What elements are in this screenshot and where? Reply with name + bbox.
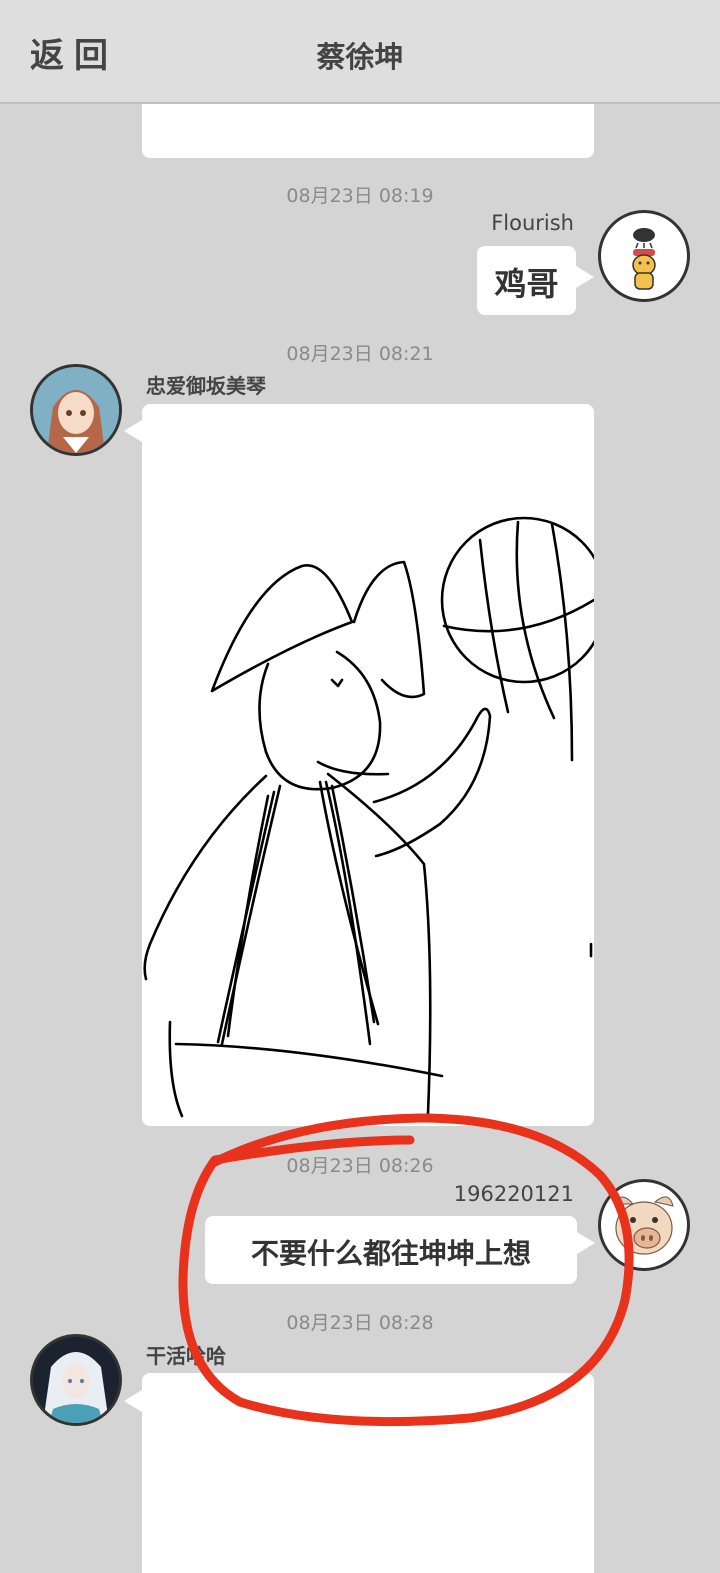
pig-avatar-icon — [614, 1196, 674, 1255]
message-text: 鸡哥 — [494, 265, 559, 303]
timestamp: 08月23日 08:19 — [286, 185, 434, 207]
bubble-tail — [124, 1390, 142, 1412]
message-bubble[interactable]: 不要什么都往坤坤上想 — [205, 1216, 577, 1284]
dog-avatar-icon — [632, 228, 656, 290]
message-text: 不要什么都往坤坤上想 — [250, 1237, 531, 1270]
image-message[interactable] — [142, 404, 594, 1126]
image-message[interactable] — [142, 1373, 594, 1573]
sender-name: 干活哈哈 — [146, 1344, 226, 1368]
timestamp: 08月23日 08:28 — [286, 1312, 434, 1334]
avatar[interactable] — [30, 364, 122, 456]
avatar[interactable] — [598, 1179, 690, 1271]
avatar[interactable] — [30, 1334, 122, 1426]
top-bar: 返回 蔡徐坤 — [0, 0, 720, 104]
sender-name: 196220121 — [453, 1182, 574, 1206]
sender-name: Flourish — [491, 211, 574, 235]
bubble-tail — [576, 266, 594, 288]
anime-warrior-avatar-icon — [33, 1337, 119, 1423]
anime-girl-avatar-icon — [33, 367, 119, 453]
bubble-tail — [124, 420, 142, 442]
sender-name: 忠爱御坂美琴 — [146, 374, 266, 398]
bunny-basketball-drawing — [143, 516, 594, 1118]
message-bubble[interactable]: 鸡哥 — [477, 246, 576, 315]
bubble-tail — [577, 1232, 595, 1254]
timestamp: 08月23日 08:21 — [286, 343, 434, 365]
chat-title: 蔡徐坤 — [316, 40, 404, 74]
timestamp: 08月23日 08:26 — [286, 1155, 434, 1177]
previous-image-message[interactable] — [142, 104, 594, 158]
avatar[interactable] — [598, 210, 690, 302]
